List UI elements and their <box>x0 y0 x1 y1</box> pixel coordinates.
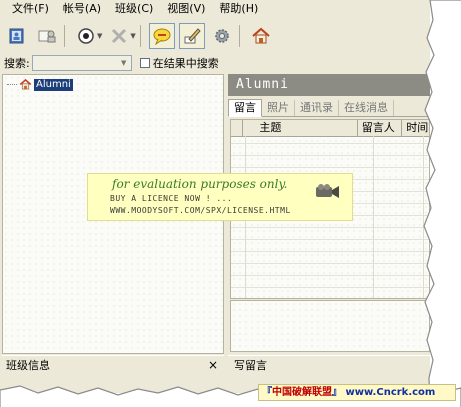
table-header: 主题 留言人 时间 <box>231 120 429 137</box>
home-icon <box>19 78 32 90</box>
search-bar: 搜索: ▼ 在结果中搜索 <box>0 53 430 73</box>
search-in-results-label: 在结果中搜索 <box>152 57 219 70</box>
camera-icon <box>316 184 339 198</box>
app-window: 文件(F) 帐号(A) 班级(C) 视图(V) 帮助(H) ▼ ▼ 搜索: ▼ … <box>0 0 430 393</box>
watermark-line-1: for evaluation purposes only. <box>112 177 288 191</box>
edit-button[interactable] <box>178 23 205 49</box>
tab-messages[interactable]: 留言 <box>228 99 262 117</box>
column-header-author[interactable]: 留言人 <box>358 120 403 136</box>
gear-icon <box>215 29 229 43</box>
message-preview-pane <box>230 300 430 352</box>
view-button[interactable] <box>73 23 99 49</box>
menu-help[interactable]: 帮助(H) <box>212 0 265 18</box>
search-input[interactable]: ▼ <box>31 55 132 71</box>
watermark-line-3: WWW.MOODYSOFT.COM/SPX/LICENSE.HTML <box>110 206 291 215</box>
tab-photos[interactable]: 照片 <box>262 100 295 116</box>
home-icon <box>252 27 270 44</box>
menu-class[interactable]: 班级(C) <box>108 0 160 18</box>
class-title-header: Alumni <box>228 74 430 96</box>
search-label: 搜索: <box>4 57 30 70</box>
menu-bar: 文件(F) 帐号(A) 班级(C) 视图(V) 帮助(H) <box>0 0 430 18</box>
content-tabs: 留言 照片 通讯录 在线消息 <box>228 98 430 117</box>
site-credit-badge: 『中国破解联盟』 www.Cncrk.com <box>258 384 456 401</box>
toolbar: ▼ ▼ <box>0 20 430 52</box>
settings-button[interactable] <box>209 23 235 49</box>
toolbar-separator <box>139 25 141 47</box>
chat-button[interactable] <box>148 23 175 49</box>
chevron-down-icon[interactable]: ▼ <box>118 57 130 69</box>
tree-connector <box>7 84 17 85</box>
edit-icon <box>184 28 201 44</box>
tab-contacts[interactable]: 通讯录 <box>295 100 339 116</box>
menu-account[interactable]: 帐号(A) <box>56 0 108 18</box>
tree-item-label[interactable]: Alumni <box>34 78 73 91</box>
watermark-line-2: BUY A LICENCE NOW ! ... <box>110 194 233 203</box>
column-header-select[interactable] <box>231 120 244 136</box>
evaluation-watermark: for evaluation purposes only. BUY A LICE… <box>87 173 353 221</box>
contact-icon <box>38 30 56 43</box>
torn-edge-right <box>423 0 461 407</box>
tab-online-messages[interactable]: 在线消息 <box>339 100 394 116</box>
credit-site-name: 中国破解联盟 <box>272 387 332 398</box>
credit-site-url[interactable]: www.Cncrk.com <box>345 387 435 398</box>
screenshot-frame: 文件(F) 帐号(A) 班级(C) 视图(V) 帮助(H) ▼ ▼ 搜索: ▼ … <box>0 0 461 407</box>
address-book-button[interactable] <box>4 23 30 49</box>
delete-button[interactable] <box>106 23 132 49</box>
column-header-subject[interactable]: 主题 <box>243 120 358 136</box>
toolbar-separator <box>238 25 240 47</box>
delete-icon <box>112 28 127 44</box>
chat-icon <box>153 28 171 46</box>
home-button[interactable] <box>248 23 274 49</box>
address-book-icon <box>9 28 24 44</box>
menu-file[interactable]: 文件(F) <box>0 0 56 18</box>
search-in-results-checkbox[interactable] <box>139 58 150 68</box>
credit-close-bracket: 』 <box>332 387 342 398</box>
tree-item-alumni[interactable]: Alumni <box>7 78 73 91</box>
credit-open-bracket: 『 <box>262 387 272 398</box>
column-divider <box>373 136 374 298</box>
contact-button[interactable] <box>34 23 60 49</box>
eye-icon <box>78 28 94 44</box>
menu-view[interactable]: 视图(V) <box>160 0 212 18</box>
toolbar-separator <box>64 25 65 47</box>
